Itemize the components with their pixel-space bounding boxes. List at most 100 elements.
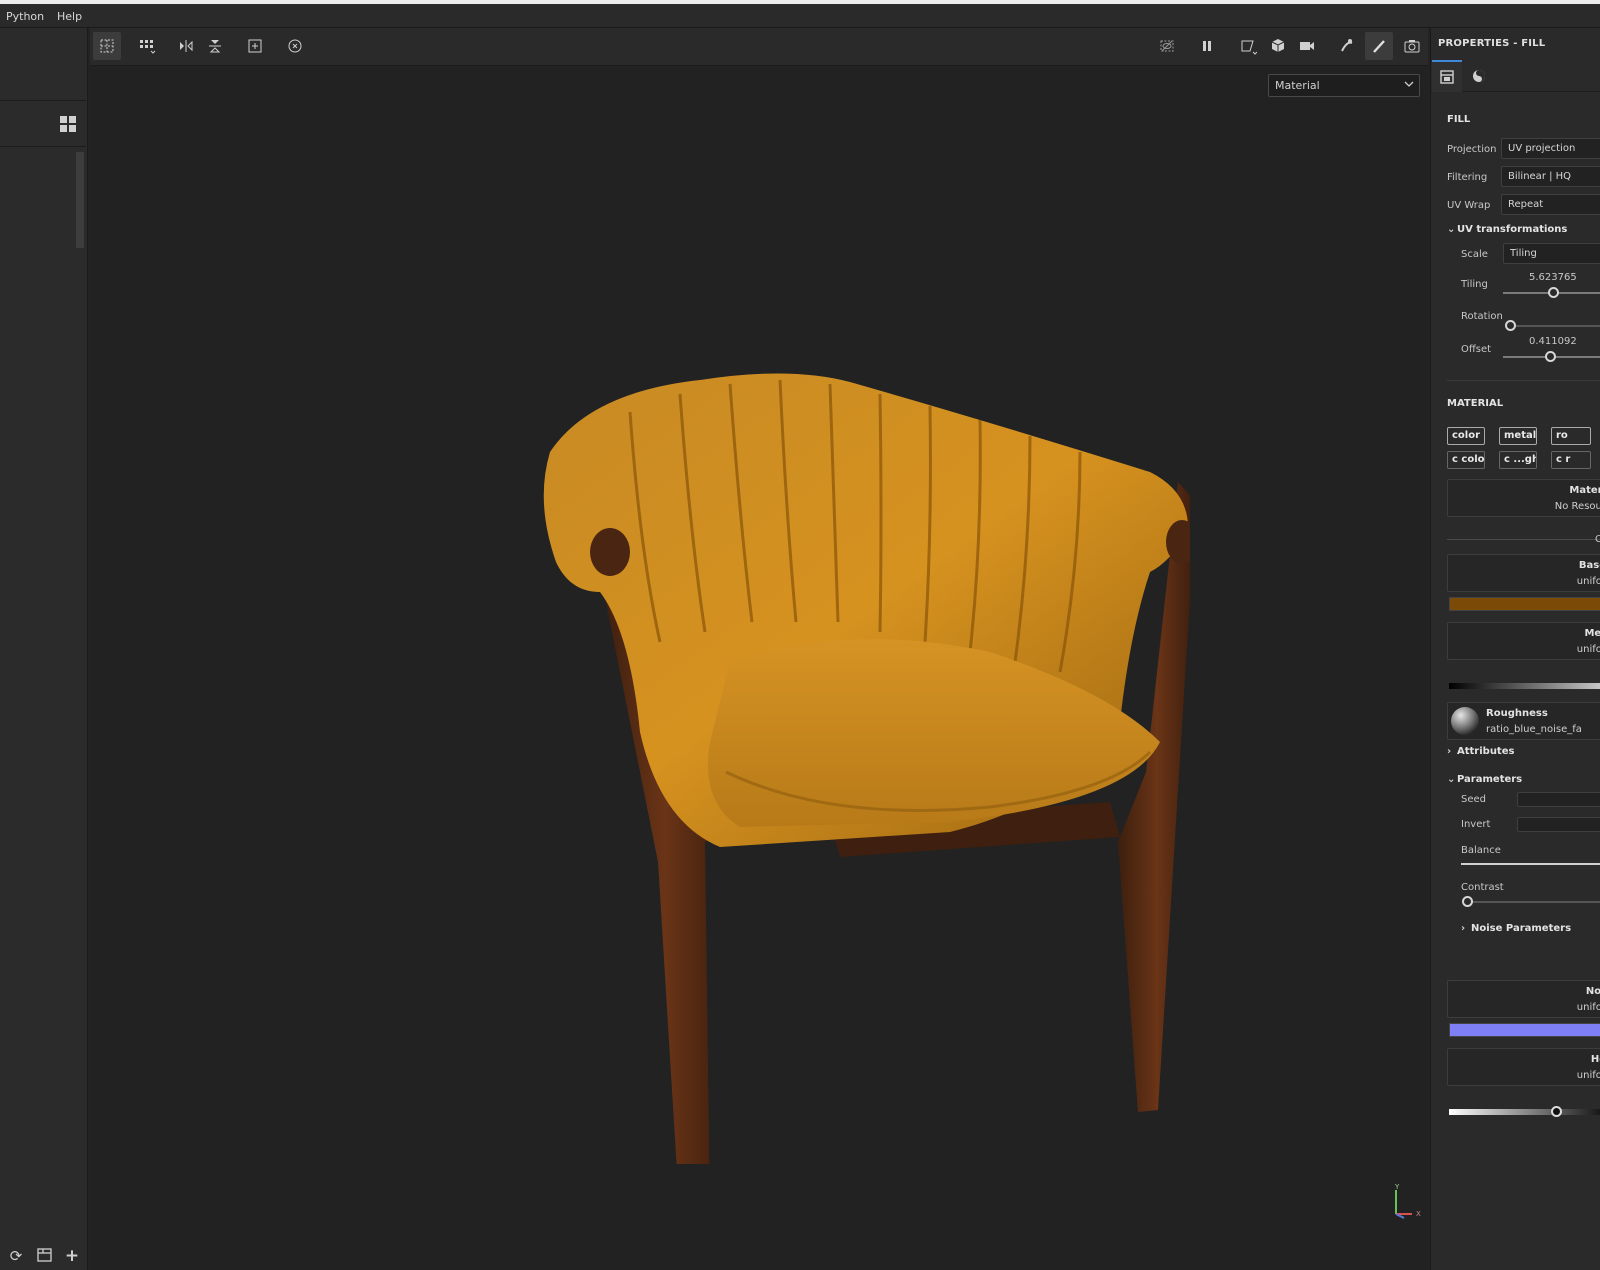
material-section-title: MATERIAL: [1447, 398, 1504, 409]
invert-toggle[interactable]: [1517, 817, 1600, 832]
base-color-source: unifor: [1576, 576, 1600, 587]
new-folder-icon[interactable]: [36, 1248, 52, 1264]
screenshot-camera-icon[interactable]: [1398, 32, 1426, 60]
attributes-title: Attributes: [1457, 746, 1515, 757]
channel-rough-secondary-toggle[interactable]: c ...gh: [1499, 451, 1537, 469]
normal-title: Nor: [1585, 986, 1600, 997]
lighting-icon[interactable]: [1333, 32, 1361, 60]
refresh-icon[interactable]: ⟳: [8, 1248, 24, 1264]
viewport-mode-value: Material: [1275, 79, 1320, 92]
tiling-slider-handle[interactable]: [1548, 287, 1559, 298]
left-scrollbar[interactable]: [76, 152, 84, 248]
contrast-label: Contrast: [1461, 882, 1504, 893]
channel-color-secondary-toggle[interactable]: c color: [1447, 451, 1485, 469]
chevron-down-icon: [1404, 79, 1414, 92]
viewport-mode-select[interactable]: Material: [1268, 74, 1420, 97]
invert-label: Invert: [1461, 819, 1491, 830]
section-divider: [1447, 539, 1600, 540]
channel-rough-toggle[interactable]: ro: [1551, 427, 1591, 445]
tiling-label: Tiling: [1461, 279, 1488, 290]
rotation-slider-track[interactable]: [1511, 325, 1600, 327]
normal-source: unifor: [1576, 1002, 1600, 1013]
normal-resource-slot[interactable]: Nor unifor: [1447, 980, 1600, 1018]
scale-label: Scale: [1461, 249, 1488, 260]
balance-slider[interactable]: [1461, 863, 1600, 865]
contrast-slider-handle[interactable]: [1462, 896, 1473, 907]
balance-label: Balance: [1461, 845, 1501, 856]
add-icon[interactable]: +: [64, 1248, 80, 1265]
menu-python[interactable]: Python: [6, 10, 44, 23]
left-panel: ⟳ +: [0, 28, 88, 1270]
viewport-toolbar: [90, 28, 1428, 66]
metallic-source: unifor: [1576, 644, 1600, 655]
attributes-header[interactable]: › Attributes: [1447, 746, 1514, 757]
material-small-value: C: [1595, 534, 1600, 545]
roughness-title: Roughness: [1486, 708, 1548, 719]
material-resource-value: No Resour: [1554, 501, 1600, 512]
seed-input[interactable]: [1517, 792, 1600, 807]
properties-panel: PROPERTIES - FILL FILL Projection UV pro…: [1430, 28, 1600, 1270]
left-bottom-bar: ⟳ +: [0, 1242, 86, 1270]
height-resource-slot[interactable]: He unifor: [1447, 1048, 1600, 1086]
filtering-label: Filtering: [1447, 172, 1488, 183]
height-gradient-slider[interactable]: [1449, 1109, 1600, 1115]
chevron-right-icon: ›: [1461, 923, 1466, 934]
pause-icon[interactable]: [1193, 32, 1221, 60]
selection-grid-icon[interactable]: [93, 32, 121, 60]
paint-brush-icon[interactable]: [1365, 32, 1393, 60]
scale-select[interactable]: Tiling: [1503, 243, 1600, 264]
roughness-resource-slot[interactable]: Roughness ratio_blue_noise_fa: [1447, 702, 1600, 740]
hide-overlay-icon[interactable]: [1153, 32, 1181, 60]
channel-r-secondary-toggle[interactable]: c r: [1551, 451, 1591, 469]
chevron-down-icon: ⌄: [1447, 224, 1456, 235]
grid-options-icon[interactable]: [133, 32, 161, 60]
painter-app: Python Help ⟳ + Material Y X PROPERTIES …: [0, 4, 1600, 1270]
material-resource-title: Materi: [1569, 485, 1600, 496]
channel-metal-toggle[interactable]: metal: [1499, 427, 1537, 445]
contrast-slider-track[interactable]: [1471, 901, 1600, 903]
chevron-down-icon: ⌄: [1447, 774, 1456, 785]
height-slider-handle[interactable]: [1551, 1106, 1562, 1117]
view-2d-icon[interactable]: [1234, 32, 1262, 60]
metallic-title: Met: [1584, 628, 1600, 639]
filtering-select[interactable]: Bilinear | HQ: [1501, 166, 1600, 187]
uvwrap-select[interactable]: Repeat: [1501, 194, 1600, 215]
base-color-swatch[interactable]: [1449, 597, 1600, 611]
camera-icon[interactable]: [1293, 32, 1321, 60]
channel-color-toggle[interactable]: color: [1447, 427, 1485, 445]
height-title: He: [1590, 1054, 1600, 1065]
left-divider: [0, 100, 86, 101]
metallic-gradient-slider[interactable]: [1449, 683, 1600, 689]
normal-color-swatch[interactable]: [1449, 1023, 1600, 1037]
tab-material-properties[interactable]: [1464, 60, 1494, 92]
seed-label: Seed: [1461, 794, 1486, 805]
3d-viewport[interactable]: Material Y X: [90, 66, 1428, 1270]
svg-text:X: X: [1416, 1210, 1421, 1218]
parameters-header[interactable]: ⌄ Parameters: [1447, 774, 1522, 785]
metallic-resource-slot[interactable]: Met unifor: [1447, 622, 1600, 660]
view-3d-cube-icon[interactable]: [1264, 32, 1292, 60]
uvwrap-label: UV Wrap: [1447, 200, 1491, 211]
material-resource-slot[interactable]: Materi No Resour: [1447, 479, 1600, 517]
roughness-source: ratio_blue_noise_fa: [1486, 724, 1582, 735]
base-color-resource-slot[interactable]: Base unifor: [1447, 554, 1600, 592]
offset-slider-handle[interactable]: [1545, 351, 1556, 362]
menu-help[interactable]: Help: [57, 10, 82, 23]
rotation-label: Rotation: [1461, 311, 1503, 322]
add-frame-icon[interactable]: [241, 32, 269, 60]
noise-parameters-header[interactable]: › Noise Parameters: [1461, 923, 1571, 934]
chair-3d-model: [543, 373, 1190, 1164]
uv-transformations-title: UV transformations: [1457, 224, 1568, 235]
projection-select[interactable]: UV projection: [1501, 138, 1600, 159]
mirror-horizontal-icon[interactable]: [172, 32, 200, 60]
grid-view-icon[interactable]: [60, 116, 76, 132]
mirror-vertical-icon[interactable]: [201, 32, 229, 60]
roughness-sphere-icon: [1451, 707, 1479, 735]
tab-fill-properties[interactable]: [1432, 60, 1462, 92]
noise-parameters-title: Noise Parameters: [1471, 923, 1572, 934]
uv-transformations-header[interactable]: ⌄ UV transformations: [1447, 224, 1567, 235]
axis-gizmo-icon: Y X: [1386, 1183, 1426, 1224]
rotation-slider-handle[interactable]: [1505, 320, 1516, 331]
reset-history-icon[interactable]: [281, 32, 309, 60]
section-divider: [1447, 380, 1600, 381]
